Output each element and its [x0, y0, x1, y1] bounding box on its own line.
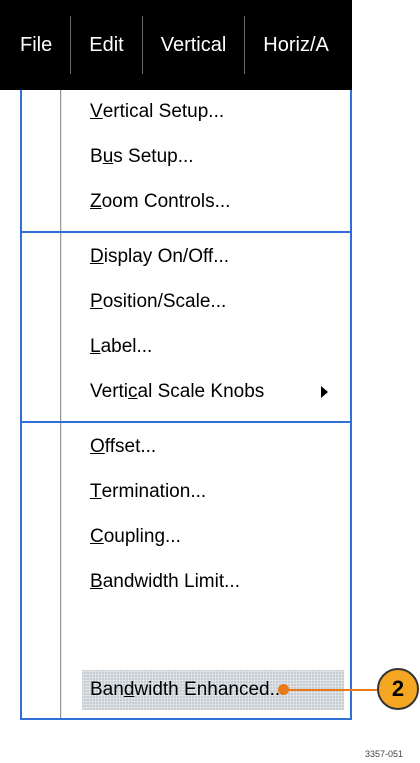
menu-item-label[interactable]: Label...	[62, 327, 348, 367]
menu-item-bandwidth-limit[interactable]: Bandwidth Limit...	[62, 562, 348, 602]
menu-edit-label: Edit	[89, 33, 124, 56]
menu-bar: File Edit Vertical Horiz/A	[0, 0, 352, 90]
menu-vertical[interactable]: Vertical	[161, 0, 245, 90]
figure-id: 3357-051	[365, 749, 404, 759]
menu-separator	[244, 16, 246, 74]
menu-file[interactable]: File	[0, 0, 70, 90]
menu-file-label: File	[20, 33, 53, 56]
menu-item-display-onoff[interactable]: Display On/Off...	[62, 237, 348, 277]
menu-section-separator	[20, 231, 352, 233]
menu-item-zoom-controls[interactable]: Zoom Controls...	[62, 182, 348, 222]
menu-item-bus-setup[interactable]: Bus Setup...	[62, 137, 348, 177]
menu-horiz-acq[interactable]: Horiz/A	[263, 0, 347, 90]
submenu-arrow-icon	[321, 386, 328, 398]
menu-border	[350, 90, 352, 720]
menu-border	[20, 90, 22, 720]
callout-line	[283, 689, 377, 691]
menu-separator	[141, 16, 143, 74]
menu-section-separator	[20, 421, 352, 423]
callout-step-badge: 2	[377, 668, 419, 710]
menu-item-vertical-setup[interactable]: Vertical Setup...	[62, 92, 348, 132]
menu-vertical-label: Vertical	[160, 33, 227, 56]
menu-horiz-label: Horiz/A	[263, 33, 329, 56]
menu-item-position-scale[interactable]: Position/Scale...	[62, 282, 348, 322]
menu-item-offset[interactable]: Offset...	[62, 427, 348, 467]
menu-separator	[70, 16, 72, 74]
menu-section-separator	[20, 718, 352, 720]
menu-item-vertical-scale-knobs[interactable]: Verti c al Scale Knobs	[62, 372, 348, 412]
menu-edit[interactable]: Edit	[89, 0, 141, 90]
menu-item-coupling[interactable]: Coupling...	[62, 517, 348, 557]
menu-item-termination[interactable]: Termination...	[62, 472, 348, 512]
vertical-dropdown-menu: Vertical Setup... Bus Setup... Zoom Cont…	[20, 90, 352, 720]
